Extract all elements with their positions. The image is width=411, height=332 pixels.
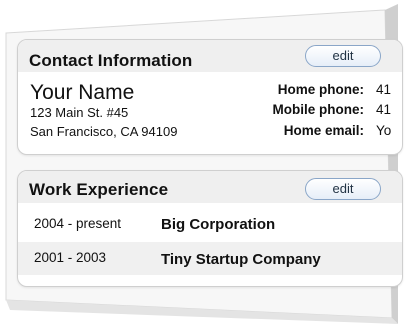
job-row: 2004 - present Big Corporation [18, 208, 402, 241]
job-years: 2001 - 2003 [34, 250, 107, 265]
home-phone-label: Home phone: [277, 82, 364, 97]
work-experience-title: Work Experience [29, 180, 169, 199]
contact-name: Your Name [30, 81, 135, 104]
home-phone-value: 41 [376, 82, 392, 97]
job-years: 2004 - present [34, 216, 122, 231]
job-row: 2001 - 2003 Tiny Startup Company [18, 242, 402, 275]
home-email-label: Home email: [283, 123, 364, 138]
mobile-phone-label: Mobile phone: [272, 102, 365, 117]
contact-address-line2: San Francisco, CA 94109 [30, 124, 178, 139]
work-experience-card: Work Experience edit 2004 - present Big … [17, 170, 403, 287]
job-company: Big Corporation [161, 216, 276, 233]
contact-address-line1: 123 Main St. #45 [30, 105, 129, 120]
home-email-value: Yo [376, 123, 392, 138]
mobile-phone-value: 41 [376, 102, 392, 117]
contact-info-title: Contact Information [29, 51, 193, 70]
job-company: Tiny Startup Company [161, 251, 321, 268]
work-edit-button[interactable]: edit [305, 178, 381, 200]
contact-info-card: Contact Information edit Your Name 123 M… [17, 39, 403, 155]
contact-edit-button[interactable]: edit [305, 45, 381, 67]
